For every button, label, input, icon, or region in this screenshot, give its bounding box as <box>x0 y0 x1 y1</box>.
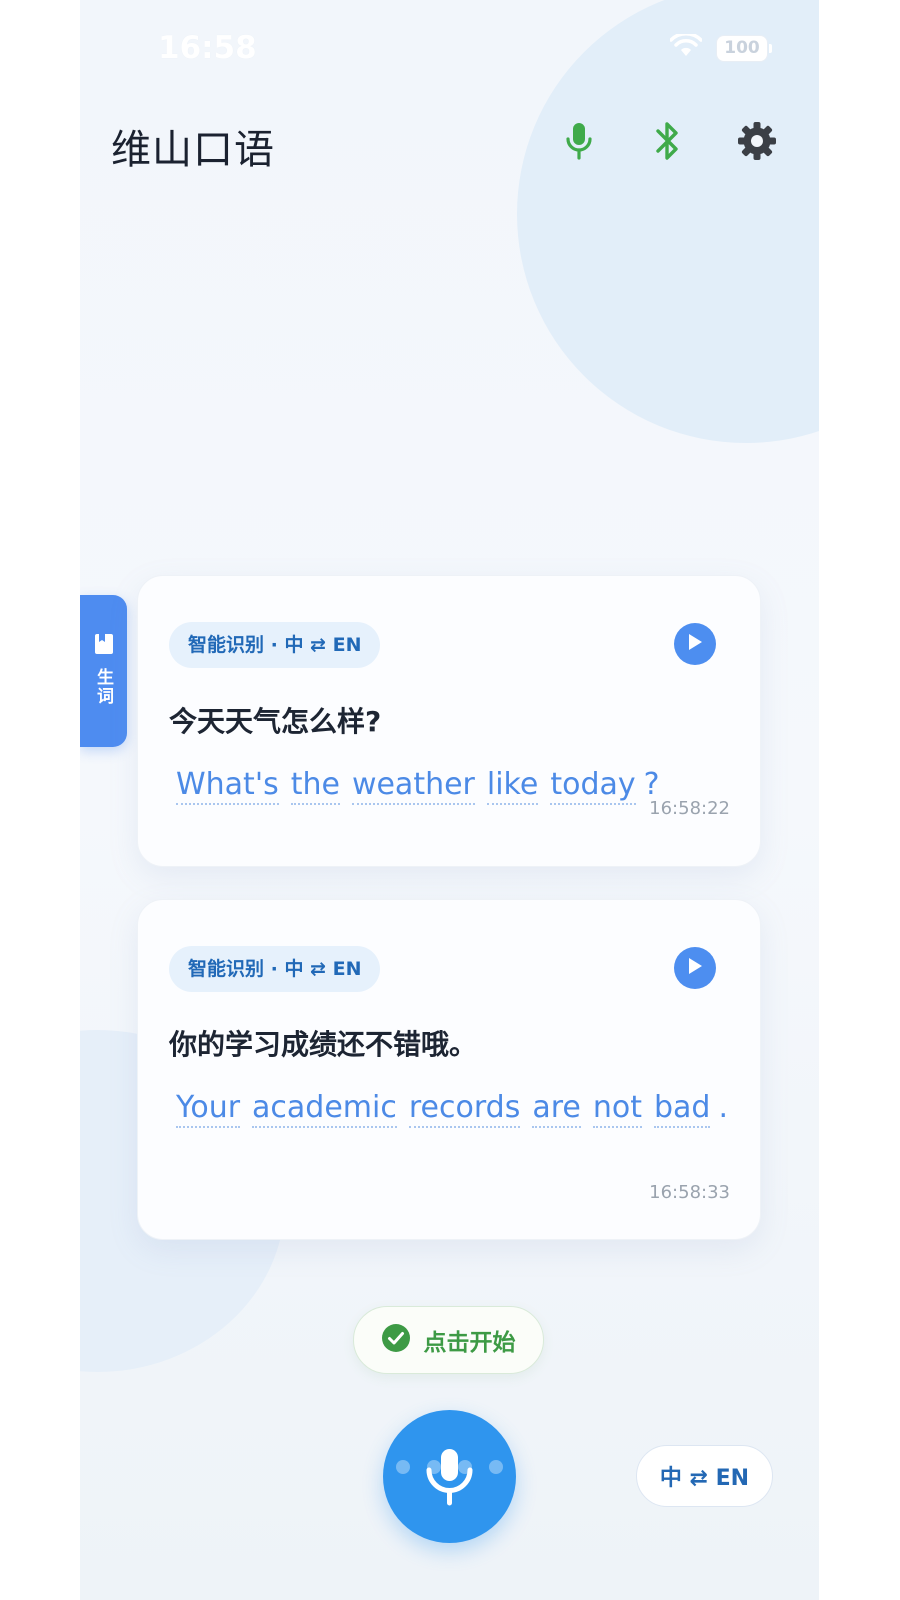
check-circle-icon <box>381 1324 410 1356</box>
wifi-icon <box>669 32 703 62</box>
play-icon <box>687 957 703 979</box>
start-button-label: 点击开始 <box>423 1330 516 1356</box>
status-time: 16:58 <box>158 30 257 66</box>
settings-gear-icon[interactable] <box>735 118 779 164</box>
translation-word[interactable]: bad <box>654 1090 711 1128</box>
side-tab-label: 生词 <box>93 668 113 706</box>
microphone-icon[interactable] <box>557 118 601 164</box>
translation-word[interactable]: academic <box>252 1090 397 1128</box>
translation-word[interactable]: What's <box>176 767 279 805</box>
book-icon <box>94 633 114 659</box>
translation-text: Your academic records are not bad. <box>176 1081 728 1134</box>
translation-word[interactable]: records <box>408 1090 521 1128</box>
translation-text: What's the weather like today? <box>176 758 696 811</box>
microphone-icon <box>383 1449 516 1547</box>
message-timestamp: 16:58:33 <box>649 1182 730 1203</box>
conversation-card: 智能识别 · 中 ⇄ EN 你的学习成绩还不错哦。 Your academic re… <box>137 899 761 1240</box>
translation-word[interactable]: the <box>290 767 340 805</box>
vocabulary-side-tab[interactable]: 生词 <box>80 595 127 747</box>
translation-word[interactable]: today <box>550 767 636 805</box>
conversation-card: 智能识别 · 中 ⇄ EN 今天天气怎么样? What's the weather l… <box>137 575 761 867</box>
translation-word[interactable]: are <box>532 1090 581 1128</box>
recognition-mode-badge: 智能识别 · 中 ⇄ EN <box>169 946 381 992</box>
translation-word[interactable]: like <box>486 767 539 805</box>
language-toggle-button[interactable]: 中 ⇄ EN <box>636 1445 773 1507</box>
source-text: 你的学习成绩还不错哦。 <box>169 1028 478 1061</box>
app-screen: 16:58 100 维山口语 生词 智能识别 · 中 ⇄ EN 今天天气怎么样?… <box>80 0 819 1600</box>
play-icon <box>687 633 703 655</box>
source-text: 今天天气怎么样? <box>169 705 382 738</box>
translation-punctuation: ? <box>643 767 660 802</box>
bluetooth-icon[interactable] <box>646 118 690 164</box>
record-mic-button[interactable] <box>383 1410 516 1543</box>
translation-word[interactable]: weather <box>351 767 475 805</box>
app-title: 维山口语 <box>111 127 275 173</box>
translation-punctuation: . <box>718 1090 729 1125</box>
translation-word[interactable]: not <box>592 1090 642 1128</box>
play-button[interactable] <box>674 623 716 665</box>
status-bar: 16:58 100 <box>80 0 819 95</box>
message-timestamp: 16:58:22 <box>649 798 730 819</box>
recognition-mode-badge: 智能识别 · 中 ⇄ EN <box>169 622 381 668</box>
battery-indicator: 100 <box>717 36 772 61</box>
translation-word[interactable]: Your <box>176 1090 241 1128</box>
start-button[interactable]: 点击开始 <box>353 1306 544 1374</box>
play-button[interactable] <box>674 947 716 989</box>
